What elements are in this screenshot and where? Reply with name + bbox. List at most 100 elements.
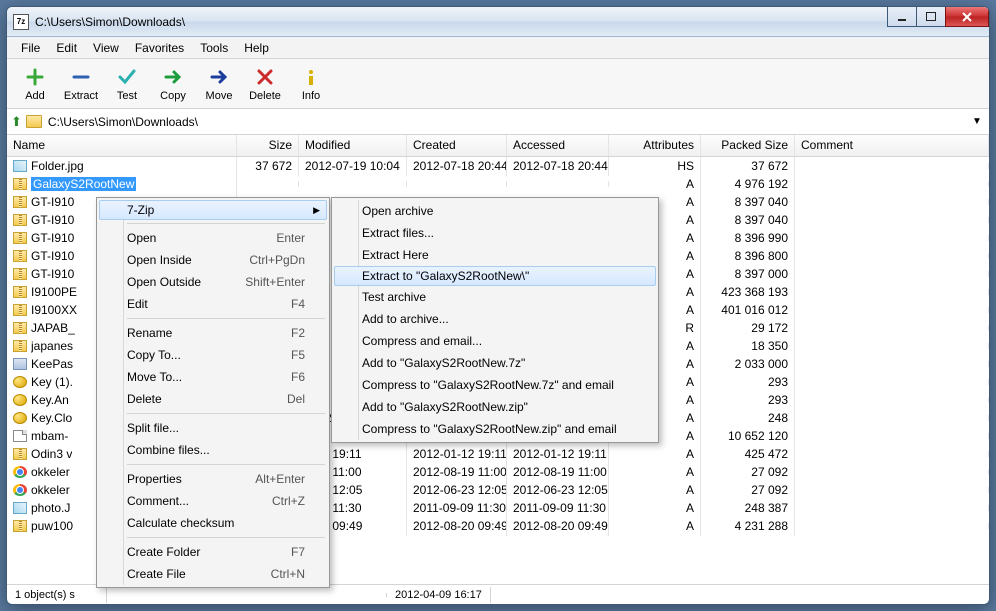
context-menu-7zip[interactable]: Open archiveExtract files...Extract Here… <box>331 197 659 443</box>
context-menu-main[interactable]: 7-Zip▶ OpenEnterOpen InsideCtrl+PgDnOpen … <box>96 197 330 588</box>
menu-view[interactable]: View <box>85 38 127 58</box>
column-modified[interactable]: Modified <box>299 135 407 156</box>
x-icon <box>243 66 287 88</box>
tool-extract-button[interactable]: Extract <box>59 66 103 102</box>
file-icon <box>13 430 27 442</box>
menu-help[interactable]: Help <box>236 38 277 58</box>
menu-tools[interactable]: Tools <box>192 38 236 58</box>
zip-icon <box>13 304 27 316</box>
address-dropdown[interactable]: ▼ <box>969 116 985 127</box>
zip-icon <box>13 250 27 262</box>
menu-item[interactable]: Move To...F6 <box>99 366 327 388</box>
menu-item[interactable]: Split file... <box>99 417 327 439</box>
menu-item[interactable]: Combine files... <box>99 439 327 461</box>
menu-item[interactable]: RenameF2 <box>99 322 327 344</box>
menu-item[interactable]: Create FileCtrl+N <box>99 563 327 585</box>
status-date: 2012-04-09 16:17 <box>387 587 491 603</box>
zip-icon <box>13 340 27 352</box>
arrow-right-icon <box>197 66 241 88</box>
minus-icon <box>59 66 103 88</box>
up-icon[interactable]: ⬆ <box>11 114 22 130</box>
menu-item[interactable]: Test archive <box>334 286 656 308</box>
titlebar: 7z C:\Users\Simon\Downloads\ <box>7 7 989 37</box>
column-accessed[interactable]: Accessed <box>507 135 609 156</box>
folder-icon <box>26 115 42 128</box>
key-icon <box>13 412 27 424</box>
window-title: C:\Users\Simon\Downloads\ <box>35 15 185 29</box>
list-header: NameSizeModifiedCreatedAccessedAttribute… <box>7 135 989 157</box>
menu-item[interactable]: Copy To...F5 <box>99 344 327 366</box>
tool-delete-button[interactable]: Delete <box>243 66 287 102</box>
check-icon <box>105 66 149 88</box>
menu-item[interactable]: EditF4 <box>99 293 327 315</box>
separator <box>127 537 325 538</box>
menubar: FileEditViewFavoritesToolsHelp <box>7 37 989 59</box>
img-icon <box>13 160 27 172</box>
info-icon <box>289 66 333 88</box>
menu-item[interactable]: Compress to "GalaxyS2RootNew.7z" and ema… <box>334 374 656 396</box>
chrome-icon <box>13 466 27 478</box>
menu-item[interactable]: Add to "GalaxyS2RootNew.7z" <box>334 352 656 374</box>
column-comment[interactable]: Comment <box>795 135 989 156</box>
tool-move-button[interactable]: Move <box>197 66 241 102</box>
zip-icon <box>13 268 27 280</box>
status-size <box>107 593 387 597</box>
zip-icon <box>13 196 27 208</box>
column-packed-size[interactable]: Packed Size <box>701 135 795 156</box>
exe-icon <box>13 358 27 370</box>
chrome-icon <box>13 484 27 496</box>
menu-item[interactable]: Add to archive... <box>334 308 656 330</box>
column-created[interactable]: Created <box>407 135 507 156</box>
table-row[interactable]: GalaxyS2RootNewA4 976 192 <box>7 175 989 193</box>
zip-icon <box>13 520 27 532</box>
zip-icon <box>13 448 27 460</box>
zip-icon <box>13 322 27 334</box>
submenu-arrow-icon: ▶ <box>313 205 320 216</box>
status-selection: 1 object(s) s <box>7 587 107 603</box>
menu-item[interactable]: Create FolderF7 <box>99 541 327 563</box>
maximize-button[interactable] <box>916 7 946 27</box>
column-name[interactable]: Name <box>7 135 237 156</box>
menu-item[interactable]: Open InsideCtrl+PgDn <box>99 249 327 271</box>
separator <box>127 318 325 319</box>
address-bar: ⬆ ▼ <box>7 109 989 135</box>
arrow-right-icon <box>151 66 195 88</box>
minimize-button[interactable] <box>887 7 917 27</box>
plus-icon <box>13 66 57 88</box>
menu-item[interactable]: Add to "GalaxyS2RootNew.zip" <box>334 396 656 418</box>
tool-test-button[interactable]: Test <box>105 66 149 102</box>
key-icon <box>13 394 27 406</box>
img-icon <box>13 502 27 514</box>
menu-item[interactable]: Comment...Ctrl+Z <box>99 490 327 512</box>
menu-item[interactable]: Extract Here <box>334 244 656 266</box>
toolbar: AddExtractTestCopyMoveDeleteInfo <box>7 59 989 109</box>
zip-icon <box>13 214 27 226</box>
zip-icon <box>13 178 27 190</box>
menu-item[interactable]: OpenEnter <box>99 227 327 249</box>
table-row[interactable]: Folder.jpg37 6722012-07-19 10:042012-07-… <box>7 157 989 175</box>
menu-item[interactable]: Calculate checksum <box>99 512 327 534</box>
menu-item[interactable]: Compress to "GalaxyS2RootNew.zip" and em… <box>334 418 656 440</box>
menu-item[interactable]: Extract files... <box>334 222 656 244</box>
menu-item[interactable]: Open archive <box>334 200 656 222</box>
key-icon <box>13 376 27 388</box>
separator <box>127 413 325 414</box>
menu-item[interactable]: Compress and email... <box>334 330 656 352</box>
close-button[interactable] <box>945 7 989 27</box>
menu-item[interactable]: Open OutsideShift+Enter <box>99 271 327 293</box>
menu-item[interactable]: 7-Zip▶ <box>99 200 327 220</box>
menu-file[interactable]: File <box>13 38 48 58</box>
menu-item[interactable]: DeleteDel <box>99 388 327 410</box>
separator <box>127 464 325 465</box>
tool-info-button[interactable]: Info <box>289 66 333 102</box>
menu-favorites[interactable]: Favorites <box>127 38 192 58</box>
column-attributes[interactable]: Attributes <box>609 135 701 156</box>
menu-edit[interactable]: Edit <box>48 38 85 58</box>
tool-add-button[interactable]: Add <box>13 66 57 102</box>
separator <box>127 223 325 224</box>
tool-copy-button[interactable]: Copy <box>151 66 195 102</box>
menu-item[interactable]: Extract to "GalaxyS2RootNew\" <box>334 266 656 286</box>
address-input[interactable] <box>46 112 965 132</box>
menu-item[interactable]: PropertiesAlt+Enter <box>99 468 327 490</box>
column-size[interactable]: Size <box>237 135 299 156</box>
